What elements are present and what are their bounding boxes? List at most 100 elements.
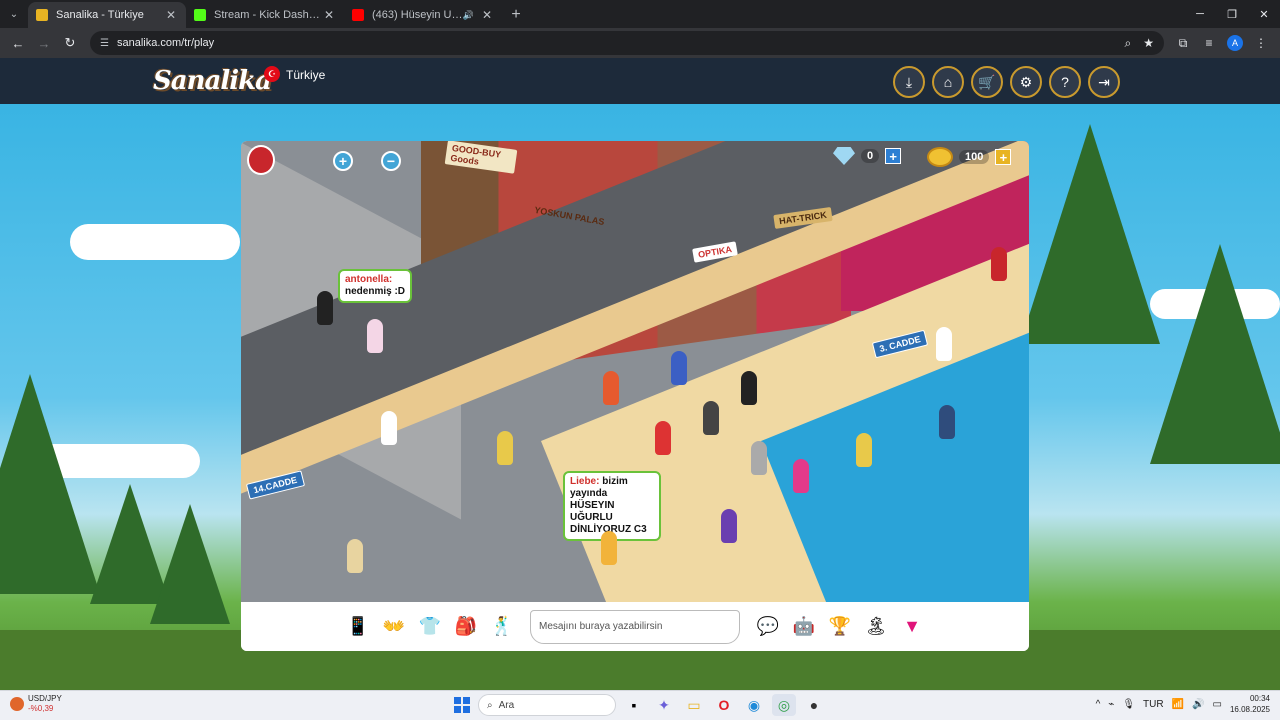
language-indicator[interactable]: TUR xyxy=(1143,699,1164,710)
chat-bubbles-button[interactable]: 💬 xyxy=(754,613,782,641)
avatar[interactable] xyxy=(939,405,955,439)
chat-message: nedenmiş :D xyxy=(345,286,406,297)
chat-username: Liebe: xyxy=(570,476,600,487)
close-window-icon[interactable]: ✕ xyxy=(1248,0,1280,28)
phone-button[interactable]: 📱 xyxy=(344,613,372,641)
battery-icon[interactable]: ▭ xyxy=(1213,699,1222,710)
download-icon: ⤓ xyxy=(905,73,913,90)
help-icon: ? xyxy=(1061,74,1069,90)
settings-button[interactable]: ⚙ xyxy=(1010,66,1042,98)
tab-sanalika[interactable]: Sanalika - Türkiye ✕ xyxy=(28,2,186,28)
maximize-icon[interactable]: ❐ xyxy=(1216,0,1248,28)
close-icon[interactable]: ✕ xyxy=(164,8,178,22)
add-gems-button[interactable]: + xyxy=(885,148,902,164)
dance-icon: 🕺 xyxy=(490,616,514,636)
emotes-button[interactable]: 👐 xyxy=(380,613,408,641)
more-menu-icon[interactable]: ⋮ xyxy=(1248,31,1274,55)
microphone-icon[interactable]: 🎙 xyxy=(1122,699,1135,710)
site-info-icon[interactable]: ☰ xyxy=(100,38,109,49)
extensions-icon[interactable]: ⧉ xyxy=(1170,31,1196,55)
reload-icon[interactable]: ↻ xyxy=(58,31,82,55)
avatar[interactable] xyxy=(497,431,513,465)
avatar[interactable] xyxy=(793,459,809,493)
avatar[interactable] xyxy=(603,371,619,405)
avatar[interactable] xyxy=(671,351,687,385)
profile-avatar[interactable] xyxy=(247,145,275,175)
logout-icon: ⇥ xyxy=(1098,73,1110,90)
help-button[interactable]: ? xyxy=(1049,66,1081,98)
shop-button[interactable]: 🛒 xyxy=(971,66,1003,98)
stock-widget[interactable]: USD/JPY -%0,39 xyxy=(10,694,62,714)
avatar[interactable] xyxy=(347,539,363,573)
logout-button[interactable]: ⇥ xyxy=(1088,66,1120,98)
avatar[interactable] xyxy=(655,421,671,455)
tab-title: Stream - Kick Dashboard xyxy=(214,9,322,21)
search-placeholder: Ara xyxy=(498,699,515,711)
tab-title: (463) Hüseyin Uğurlu - Bam xyxy=(372,9,463,21)
clock[interactable]: 00:34 16.08.2025 xyxy=(1230,693,1270,715)
profile-icon[interactable]: A xyxy=(1222,31,1248,55)
tab-kick[interactable]: Stream - Kick Dashboard ✕ xyxy=(186,2,344,28)
address-bar[interactable]: ☰ sanalika.com/tr/play ⌕ ★ xyxy=(90,31,1164,55)
file-explorer-icon[interactable]: ▭ xyxy=(682,694,706,716)
copilot-icon[interactable]: ✦ xyxy=(652,694,676,716)
media-control-icon[interactable]: ≡ xyxy=(1196,31,1222,55)
home-icon: ⌂ xyxy=(943,74,953,90)
pet-button[interactable]: 🤖 xyxy=(790,613,818,641)
task-view-icon[interactable]: ▪ xyxy=(622,694,646,716)
chat-input[interactable] xyxy=(530,609,740,644)
add-coins-button[interactable]: + xyxy=(995,149,1012,165)
trophy-button[interactable]: 🏆 xyxy=(826,613,854,641)
network-icon[interactable]: ⌁ xyxy=(1108,699,1114,710)
download-button[interactable]: ⤓ xyxy=(893,66,925,98)
island-button[interactable]: 🏝 xyxy=(862,613,890,641)
opera-icon[interactable]: O xyxy=(712,694,736,716)
windows-start-icon[interactable] xyxy=(452,695,472,715)
recorder-icon[interactable]: ● xyxy=(802,694,826,716)
zoom-in-button[interactable]: + xyxy=(333,151,353,171)
close-icon[interactable]: ✕ xyxy=(480,8,494,22)
avatar[interactable] xyxy=(856,433,872,467)
bag-button[interactable]: 🎒 xyxy=(452,613,480,641)
tab-youtube[interactable]: (463) Hüseyin Uğurlu - Bam 🔊 ✕ xyxy=(344,2,502,28)
url-text: sanalika.com/tr/play xyxy=(116,37,215,49)
avatar[interactable] xyxy=(741,371,757,405)
sanalika-logo[interactable]: Sanalika xyxy=(153,66,272,96)
game-scene[interactable]: GOOD-BUY Goods YOSKUN PALAS OPTIKA HAT-T… xyxy=(241,141,1029,602)
zoom-icon[interactable]: ⌕ xyxy=(1125,36,1132,51)
tab-search-icon[interactable]: ⌄ xyxy=(0,0,28,28)
avatar[interactable] xyxy=(317,291,333,325)
forward-icon[interactable]: → xyxy=(32,31,56,55)
avatar[interactable] xyxy=(601,531,617,565)
avatar[interactable] xyxy=(751,441,767,475)
back-icon[interactable]: ← xyxy=(6,31,30,55)
new-tab-button[interactable]: + xyxy=(502,2,530,28)
gem-value: 0 xyxy=(861,149,880,163)
dance-button[interactable]: 🕺 xyxy=(488,613,516,641)
volume-icon[interactable]: 🔊 xyxy=(1192,699,1204,710)
menu-down-button[interactable]: ▼ xyxy=(898,613,926,641)
close-icon[interactable]: ✕ xyxy=(322,8,336,22)
browser-toolbar: ← → ↻ ☰ sanalika.com/tr/play ⌕ ★ ⧉ ≡ A ⋮ xyxy=(0,28,1280,58)
avatar[interactable] xyxy=(991,247,1007,281)
game-toolbar: 📱 👐 👕 🎒 🕺 💬 🤖 🏆 🏝 ▼ xyxy=(241,602,1029,651)
audio-icon[interactable]: 🔊 xyxy=(463,10,474,21)
taskbar-search[interactable]: ⌕ Ara xyxy=(478,694,616,716)
wifi-icon[interactable]: 📶 xyxy=(1172,699,1184,710)
avatar[interactable] xyxy=(721,509,737,543)
taskbar-apps: ⌕ Ara ▪ ✦ ▭ O ◉ ◎ ● xyxy=(452,694,826,716)
avatar[interactable] xyxy=(936,327,952,361)
coin-value: 100 xyxy=(959,150,990,164)
avatar[interactable] xyxy=(367,319,383,353)
zoom-out-button[interactable]: − xyxy=(381,151,401,171)
chrome-icon[interactable]: ◎ xyxy=(772,694,796,716)
home-button[interactable]: ⌂ xyxy=(932,66,964,98)
cloud xyxy=(70,224,240,260)
avatar[interactable] xyxy=(381,411,397,445)
chevron-up-icon[interactable]: ^ xyxy=(1096,699,1101,710)
clothes-button[interactable]: 👕 xyxy=(416,613,444,641)
avatar[interactable] xyxy=(703,401,719,435)
minimize-icon[interactable]: ─ xyxy=(1184,0,1216,28)
edge-icon[interactable]: ◉ xyxy=(742,694,766,716)
bookmark-star-icon[interactable]: ★ xyxy=(1143,36,1154,50)
